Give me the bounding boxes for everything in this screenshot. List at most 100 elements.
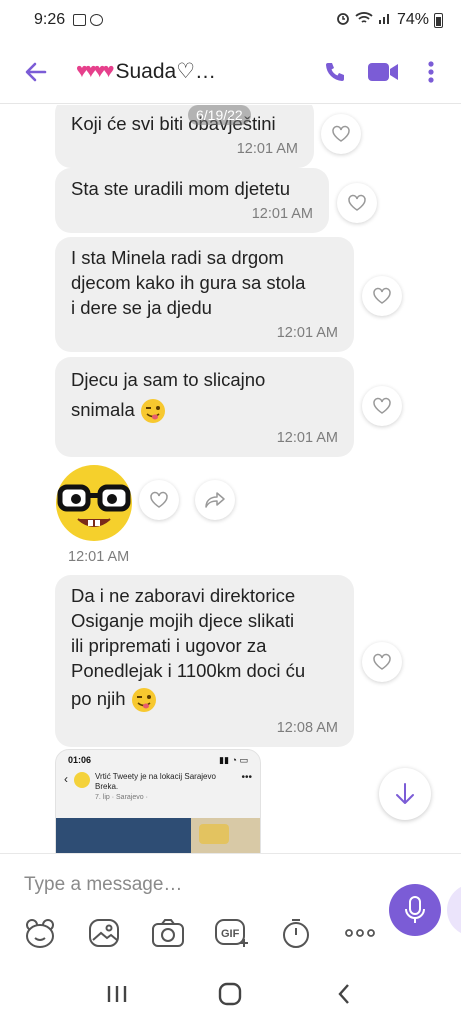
preview-photo — [190, 818, 260, 853]
system-nav-bar — [0, 963, 461, 1024]
camera-icon — [152, 919, 184, 947]
share-arrow-icon — [205, 492, 225, 508]
home-button[interactable] — [205, 974, 255, 1014]
arrow-left-icon — [25, 62, 47, 81]
composer: GIF — [0, 853, 461, 963]
preview-photo — [56, 818, 191, 853]
chat-header: ♥♥♥♥ Suada♡… — [0, 40, 461, 104]
message-line: po njih — [71, 688, 126, 709]
voice-message-button[interactable] — [389, 884, 441, 936]
notification-icons — [73, 14, 104, 26]
message-line: snimala — [71, 399, 135, 420]
video-call-button[interactable] — [361, 50, 405, 94]
forward-button[interactable] — [195, 480, 235, 520]
preview-post-sub: 7. lip · Sarajevo · — [95, 794, 148, 801]
more-options-button[interactable] — [409, 50, 453, 94]
gallery-button[interactable] — [84, 914, 124, 952]
send-button-peek[interactable] — [447, 884, 461, 936]
preview-status-bar: 01:06 ▮▮ ◔ ▭ — [56, 750, 260, 766]
sticker-time: 12:01 AM — [68, 549, 130, 565]
chat-title[interactable]: ♥♥♥♥ Suada♡… — [76, 59, 286, 84]
home-icon — [219, 982, 242, 1005]
like-button[interactable] — [139, 480, 179, 520]
message-line: i dere se ja djedu — [71, 297, 212, 318]
timer-button[interactable] — [276, 914, 316, 952]
chat-screen: 9:26 74% ♥♥♥♥ Suada♡… Koji će svi biti o… — [0, 0, 461, 1024]
more-horizontal-icon — [345, 929, 375, 937]
camera-button[interactable] — [148, 914, 188, 952]
like-button[interactable] — [362, 386, 402, 426]
battery-percent: 74% — [396, 11, 429, 28]
more-tools-button[interactable] — [340, 914, 380, 952]
image-message-preview[interactable]: 01:06 ▮▮ ◔ ▭ ‹ Vrtić Tweety je na lokaci… — [55, 749, 261, 853]
preview-more-icon: ••• — [241, 772, 252, 783]
preview-avatar — [74, 772, 90, 788]
message-input[interactable] — [24, 872, 354, 898]
recent-apps-button[interactable] — [92, 974, 142, 1014]
message-bubble[interactable]: Koji će svi biti obavještini 12:01 AM — [55, 105, 314, 168]
recent-apps-icon — [107, 985, 127, 1002]
message-line: djecom kako ih gura sa stola — [71, 272, 306, 293]
contact-name: Suada♡… — [115, 60, 217, 83]
viber-notification-icon — [90, 14, 104, 26]
message-bubble[interactable]: Da i ne zaboravi direktorice Osiganje mo… — [55, 575, 354, 747]
video-camera-icon — [368, 62, 398, 81]
message-time: 12:01 AM — [276, 430, 338, 446]
chevron-left-icon — [338, 983, 350, 1004]
gif-button[interactable]: GIF — [212, 914, 252, 952]
timer-icon — [283, 919, 309, 948]
preview-back-icon: ‹ — [64, 772, 68, 786]
like-button[interactable] — [362, 642, 402, 682]
header-actions — [313, 50, 453, 94]
system-back-button[interactable] — [319, 974, 369, 1014]
heart-outline-icon — [348, 194, 366, 211]
message-time: 12:08 AM — [276, 720, 338, 736]
heart-outline-icon — [332, 125, 350, 142]
message-time: 12:01 AM — [236, 141, 298, 157]
like-button[interactable] — [321, 114, 361, 154]
sticker-button[interactable] — [20, 914, 60, 952]
winking-face-tongue-icon — [131, 688, 156, 713]
message-bubble[interactable]: I sta Minela radi sa drgom djecom kako i… — [55, 237, 354, 352]
message-line: Djecu ja sam to slicajno — [71, 369, 266, 390]
signal-icon — [378, 11, 392, 30]
scroll-to-bottom-button[interactable] — [379, 768, 431, 820]
gif-icon: GIF — [215, 919, 248, 947]
nerd-face-sticker[interactable] — [54, 463, 134, 543]
heart-outline-icon — [373, 287, 391, 304]
phone-icon — [326, 62, 344, 81]
message-line: Osiganje mojih djece slikati — [71, 610, 295, 631]
more-vertical-icon — [428, 60, 434, 83]
gallery-icon — [89, 919, 119, 947]
wifi-icon — [355, 11, 373, 30]
heart-outline-icon — [373, 653, 391, 670]
gallery-notification-icon — [73, 14, 87, 26]
like-button[interactable] — [337, 183, 377, 223]
preview-post-header: ‹ Vrtić Tweety je na lokacij Sarajevo Br… — [56, 766, 260, 803]
call-button[interactable] — [313, 50, 357, 94]
preview-status-icons: ▮▮ ◔ ▭ — [219, 755, 248, 765]
microphone-icon — [405, 896, 425, 923]
message-time: 12:01 AM — [276, 325, 338, 341]
like-button[interactable] — [362, 276, 402, 316]
message-bubble[interactable]: Sta ste uradili mom djetetu 12:01 AM — [55, 168, 329, 233]
message-line: I sta Minela radi sa drgom — [71, 247, 284, 268]
gif-label: GIF — [221, 928, 240, 940]
status-time: 9:26 — [34, 11, 66, 28]
message-list[interactable]: Koji će svi biti obavještini 12:01 AM 6/… — [0, 105, 461, 853]
heart-outline-icon — [150, 491, 168, 508]
hearts-emoji: ♥♥♥♥ — [76, 60, 114, 82]
sticker-icon — [26, 919, 54, 948]
message-time: 12:01 AM — [251, 206, 313, 222]
back-button[interactable] — [10, 46, 62, 98]
message-line: Ponedlejak i 1100km doci ću — [71, 660, 306, 681]
message-text: Sta ste uradili mom djetetu — [71, 178, 291, 199]
date-chip: 6/19/22 — [188, 105, 251, 125]
heart-outline-icon — [373, 397, 391, 414]
status-bar: 9:26 74% — [0, 0, 461, 40]
preview-time: 01:06 — [68, 755, 92, 765]
arrow-down-icon — [396, 783, 414, 804]
message-line: Da i ne zaboravi direktorice — [71, 585, 296, 606]
alarm-icon — [336, 11, 350, 30]
message-bubble[interactable]: Djecu ja sam to slicajno snimala 12:01 A… — [55, 357, 354, 457]
